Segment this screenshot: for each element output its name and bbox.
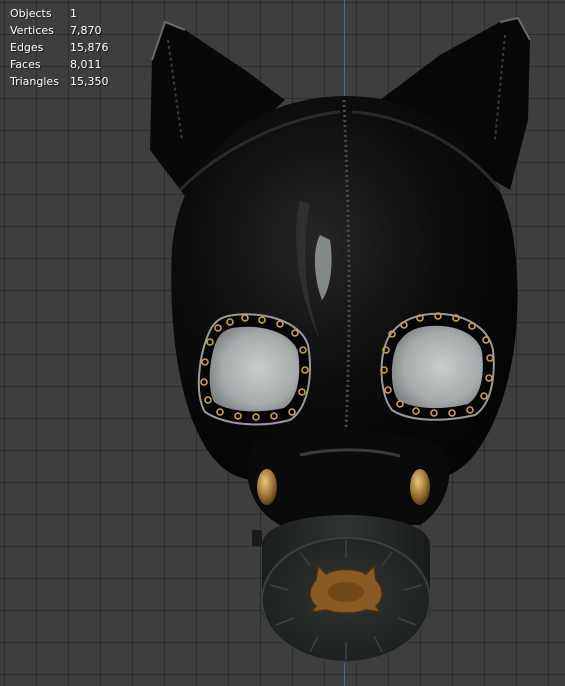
left-brass-stud [257,469,277,505]
left-eye-lens[interactable] [209,326,300,412]
valve-center [328,582,364,602]
stat-value: 1 [70,7,77,20]
stat-row-triangles: Triangles 15,350 [10,73,109,90]
right-brass-stud [410,469,430,505]
gas-mask-model[interactable] [0,0,565,686]
stat-label: Faces [10,58,41,71]
viewport-statistics-overlay: Objects 1 Vertices 7,870 Edges 15,876 Fa… [10,5,109,90]
stat-label: Objects [10,7,52,20]
stat-value: 15,876 [70,41,109,54]
stat-row-objects: Objects 1 [10,5,109,22]
3d-viewport[interactable]: Objects 1 Vertices 7,870 Edges 15,876 Fa… [0,0,565,686]
stat-label: Triangles [10,75,59,88]
right-eye-lens[interactable] [391,325,483,409]
stat-row-edges: Edges 15,876 [10,39,109,56]
stat-label: Edges [10,41,44,54]
stat-value: 8,011 [70,58,102,71]
strap-nub [252,530,262,546]
stat-value: 15,350 [70,75,109,88]
stat-label: Vertices [10,24,54,37]
stat-row-vertices: Vertices 7,870 [10,22,109,39]
stat-value: 7,870 [70,24,102,37]
stat-row-faces: Faces 8,011 [10,56,109,73]
